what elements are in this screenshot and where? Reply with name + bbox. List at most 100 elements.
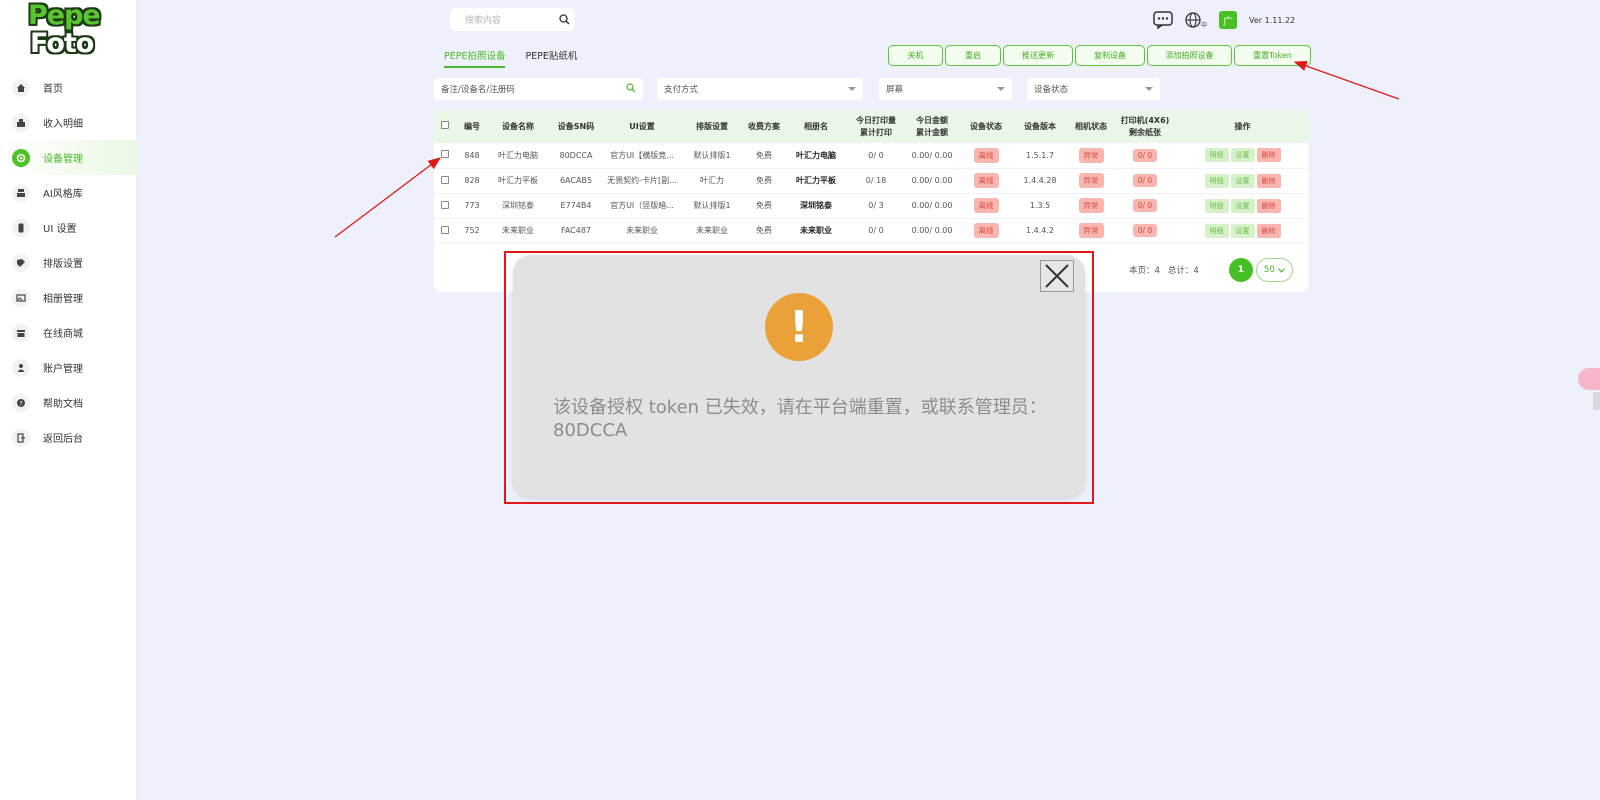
chevron-down-icon [848, 87, 856, 91]
row-checkbox[interactable] [441, 225, 449, 234]
gear-icon [12, 148, 30, 167]
sidebar-item-store[interactable]: 在线商城 [0, 315, 137, 350]
camera-status-badge: 异常 [1078, 198, 1104, 213]
sidebar-item-label: 相册管理 [43, 294, 83, 305]
sidebar-item-ui-settings[interactable]: UI 设置 [0, 210, 137, 245]
device-status-badge: 离线 [973, 173, 999, 188]
device-status-select[interactable]: 设备状态 [1027, 78, 1160, 100]
page-size-select[interactable]: 50 [1255, 258, 1293, 282]
paper-cell: 0/ 0 [1114, 168, 1176, 194]
sidebar-item-income[interactable]: 收入明细 [0, 105, 137, 140]
add-photo-device-button[interactable]: 添加拍照设备 [1147, 45, 1232, 66]
delete-button[interactable]: 删除 [1256, 148, 1281, 163]
sidebar-item-account[interactable]: 账户管理 [0, 350, 137, 385]
global-search[interactable]: 搜索内容 [450, 8, 575, 31]
album-cell: 深圳铭泰 [784, 193, 848, 219]
sidebar-item-back[interactable]: 返回后台 [0, 420, 137, 455]
name-cell: 叶汇力平板 [488, 168, 548, 194]
delete-button[interactable]: 删除 [1256, 198, 1281, 213]
device-tabs: PEPE拍照设备 PEPE贴纸机 [444, 48, 597, 68]
actions-cell: 明细 设置 删除 [1176, 193, 1309, 219]
row-checkbox[interactable] [441, 200, 449, 209]
id-cell: 848 [456, 143, 488, 169]
album-icon [12, 288, 30, 307]
sidebar-item-home[interactable]: 首页 [0, 70, 137, 105]
amount-cell: 0.00/ 0.00 [904, 193, 960, 219]
logo-word-pepe: Pepe [28, 0, 101, 31]
column-header: 设备版本 [1024, 121, 1056, 131]
language-code: 中 [1200, 21, 1207, 29]
sidebar-item-device-management[interactable]: 设备管理 [0, 140, 137, 175]
detail-button[interactable]: 明细 [1204, 198, 1229, 213]
row-checkbox[interactable] [441, 175, 449, 184]
page-size-value: 50 [1263, 265, 1275, 275]
ui-cell: 未来职业 [604, 218, 680, 244]
device-search-input[interactable]: 备注/设备名/注册码 [434, 78, 643, 100]
settings-button[interactable]: 设置 [1230, 148, 1255, 163]
close-button[interactable] [1040, 260, 1074, 292]
column-header: 打印机(4X6) 剩余纸张 [1120, 115, 1170, 137]
device-table-body: 848 叶汇力电脑 80DCCA 官方UI【横版竞... 默认排版1 免费 叶汇力电脑 0/ … [434, 143, 1309, 244]
sidebar-item-label: 账户管理 [43, 364, 83, 375]
tab-photo-devices[interactable]: PEPE拍照设备 [444, 48, 506, 68]
delete-button[interactable]: 删除 [1256, 173, 1281, 188]
chevron-down-icon [997, 87, 1005, 91]
payment-method-value: 支付方式 [664, 85, 699, 95]
translate-widget[interactable] [1578, 368, 1600, 390]
chart-icon [12, 113, 30, 132]
detail-button[interactable]: 明细 [1204, 223, 1229, 238]
album-cell: 叶汇力平板 [784, 168, 848, 194]
sidebar-item-help[interactable]: ? 帮助文档 [0, 385, 137, 420]
shutdown-button[interactable]: 关机 [888, 45, 943, 66]
screen-value: 屏幕 [886, 85, 904, 95]
ui-cell: 无畏契约-卡片[副... [604, 168, 680, 194]
detail-button[interactable]: 明细 [1204, 173, 1229, 188]
paper-count-badge: 0/ 0 [1132, 224, 1158, 237]
settings-button[interactable]: 设置 [1230, 173, 1255, 188]
column-header: UI设置 [629, 121, 655, 131]
message-icon[interactable] [1153, 10, 1173, 30]
svg-text:?: ? [19, 400, 22, 407]
id-cell: 773 [456, 193, 488, 219]
promo-badge[interactable]: 广 [1219, 11, 1237, 29]
camera-cell: 异常 [1068, 193, 1114, 219]
settings-button[interactable]: 设置 [1230, 198, 1255, 213]
select-cell [434, 143, 456, 169]
column-header: 收费方案 [748, 121, 780, 131]
payment-method-select[interactable]: 支付方式 [657, 78, 863, 100]
version-cell: 1.5.1.7 [1012, 143, 1068, 169]
tab-sticker-machines[interactable]: PEPE贴纸机 [525, 48, 577, 68]
paper-count-badge: 0/ 0 [1132, 199, 1158, 212]
settings-button[interactable]: 设置 [1230, 223, 1255, 238]
delete-button[interactable]: 删除 [1256, 223, 1281, 238]
column-header: 今日打印量 累计打印 [856, 115, 896, 137]
pepefoto-logo[interactable]: Pepe Foto [28, 2, 108, 60]
language-icon[interactable]: 中 [1183, 10, 1209, 30]
layout-cell: 默认排版1 [680, 193, 744, 219]
row-checkbox[interactable] [441, 150, 449, 159]
search-icon[interactable] [626, 82, 636, 96]
album-cell: 未来职业 [784, 218, 848, 244]
scrollbar-thumb[interactable] [1593, 392, 1600, 410]
sidebar-item-layout-settings[interactable]: 排版设置 [0, 245, 137, 280]
help-icon: ? [12, 393, 30, 412]
paper-cell: 0/ 0 [1114, 193, 1176, 219]
name-cell: 未来职业 [488, 218, 548, 244]
reset-token-button[interactable]: 重置Token [1234, 45, 1311, 66]
sn-cell: 6ACAB5 [548, 168, 604, 194]
name-cell: 叶汇力电脑 [488, 143, 548, 169]
sidebar-item-album[interactable]: 相册管理 [0, 280, 137, 315]
paper-count-badge: 0/ 0 [1132, 174, 1158, 187]
sidebar-item-label: UI 设置 [43, 224, 77, 235]
search-icon[interactable] [553, 14, 575, 25]
camera-status-badge: 异常 [1078, 173, 1104, 188]
sidebar-item-ai-style[interactable]: AI风格库 [0, 175, 137, 210]
detail-button[interactable]: 明细 [1204, 148, 1229, 163]
copy-device-button[interactable]: 复制设备 [1075, 45, 1145, 66]
select-all-checkbox[interactable] [441, 120, 449, 129]
logo-word-foto: Foto [30, 28, 94, 59]
restart-button[interactable]: 重启 [945, 45, 1001, 66]
screen-select[interactable]: 屏幕 [879, 78, 1012, 100]
page-number-button[interactable]: 1 [1228, 258, 1253, 282]
push-update-button[interactable]: 推送更新 [1003, 45, 1073, 66]
